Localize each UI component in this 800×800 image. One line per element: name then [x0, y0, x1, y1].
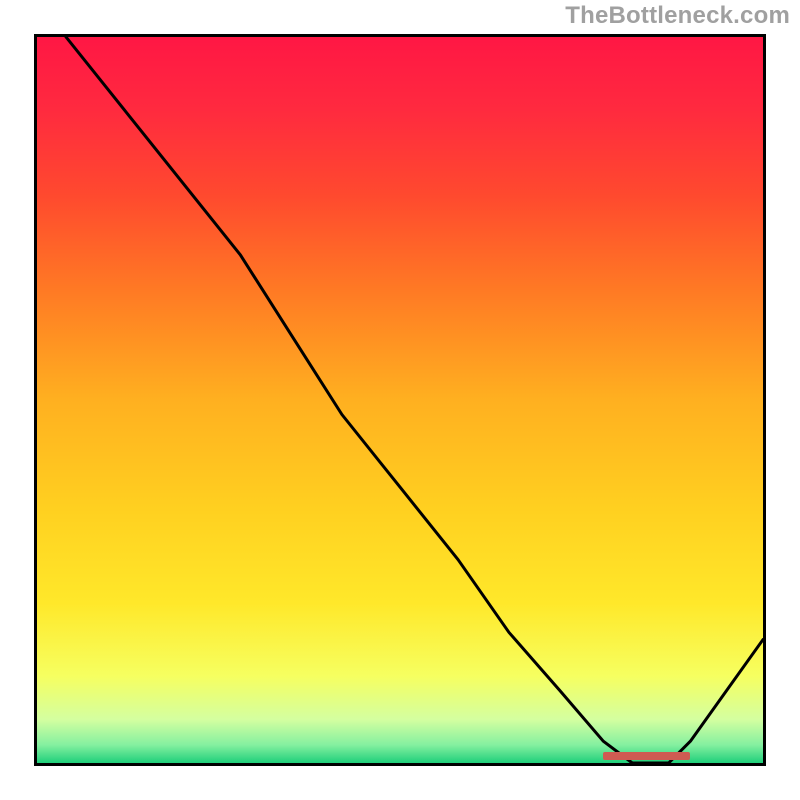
- chart-frame: [34, 34, 766, 766]
- gradient-background: [37, 37, 763, 763]
- optimal-range-marker: [603, 752, 690, 760]
- chart-svg: [37, 37, 763, 763]
- watermark-text: TheBottleneck.com: [565, 2, 790, 30]
